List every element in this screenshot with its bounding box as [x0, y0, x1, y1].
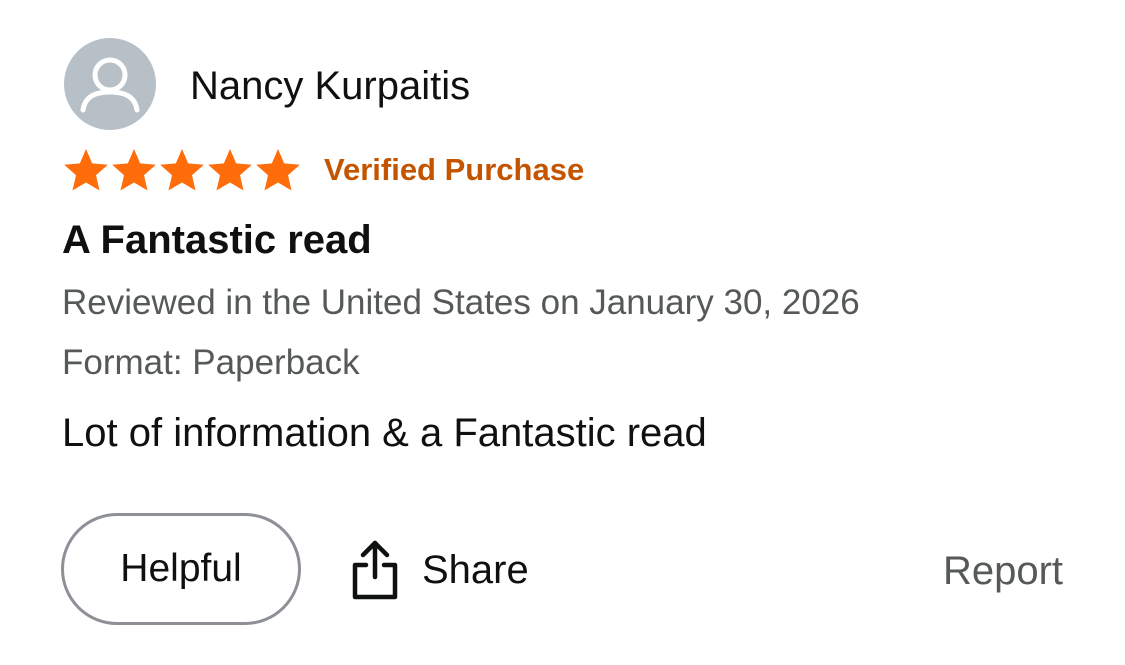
reviewer-name[interactable]: Nancy Kurpaitis	[190, 62, 470, 110]
verified-purchase-badge: Verified Purchase	[324, 152, 585, 187]
user-silhouette-icon	[80, 57, 140, 113]
star-icon	[208, 149, 252, 191]
review-date-location: Reviewed in the United States on January…	[62, 283, 860, 322]
report-link[interactable]: Report	[943, 546, 1063, 596]
star-icon	[256, 149, 300, 191]
star-icon	[160, 149, 204, 191]
customer-review: Nancy Kurpaitis Verified Purchase A Fant…	[0, 0, 1125, 665]
star-rating[interactable]	[62, 147, 302, 193]
review-body: Lot of information & a Fantastic read	[62, 411, 707, 455]
rating-row: Verified Purchase	[62, 146, 584, 194]
share-label: Share	[422, 547, 529, 592]
star-icon	[64, 149, 108, 191]
reviewer-avatar[interactable]	[64, 38, 156, 130]
helpful-button[interactable]: Helpful	[61, 513, 301, 625]
share-icon	[352, 540, 398, 600]
share-button[interactable]: Share	[350, 538, 529, 602]
review-title[interactable]: A Fantastic read	[62, 214, 372, 266]
star-icon	[112, 149, 156, 191]
review-format: Format: Paperback	[62, 343, 360, 382]
